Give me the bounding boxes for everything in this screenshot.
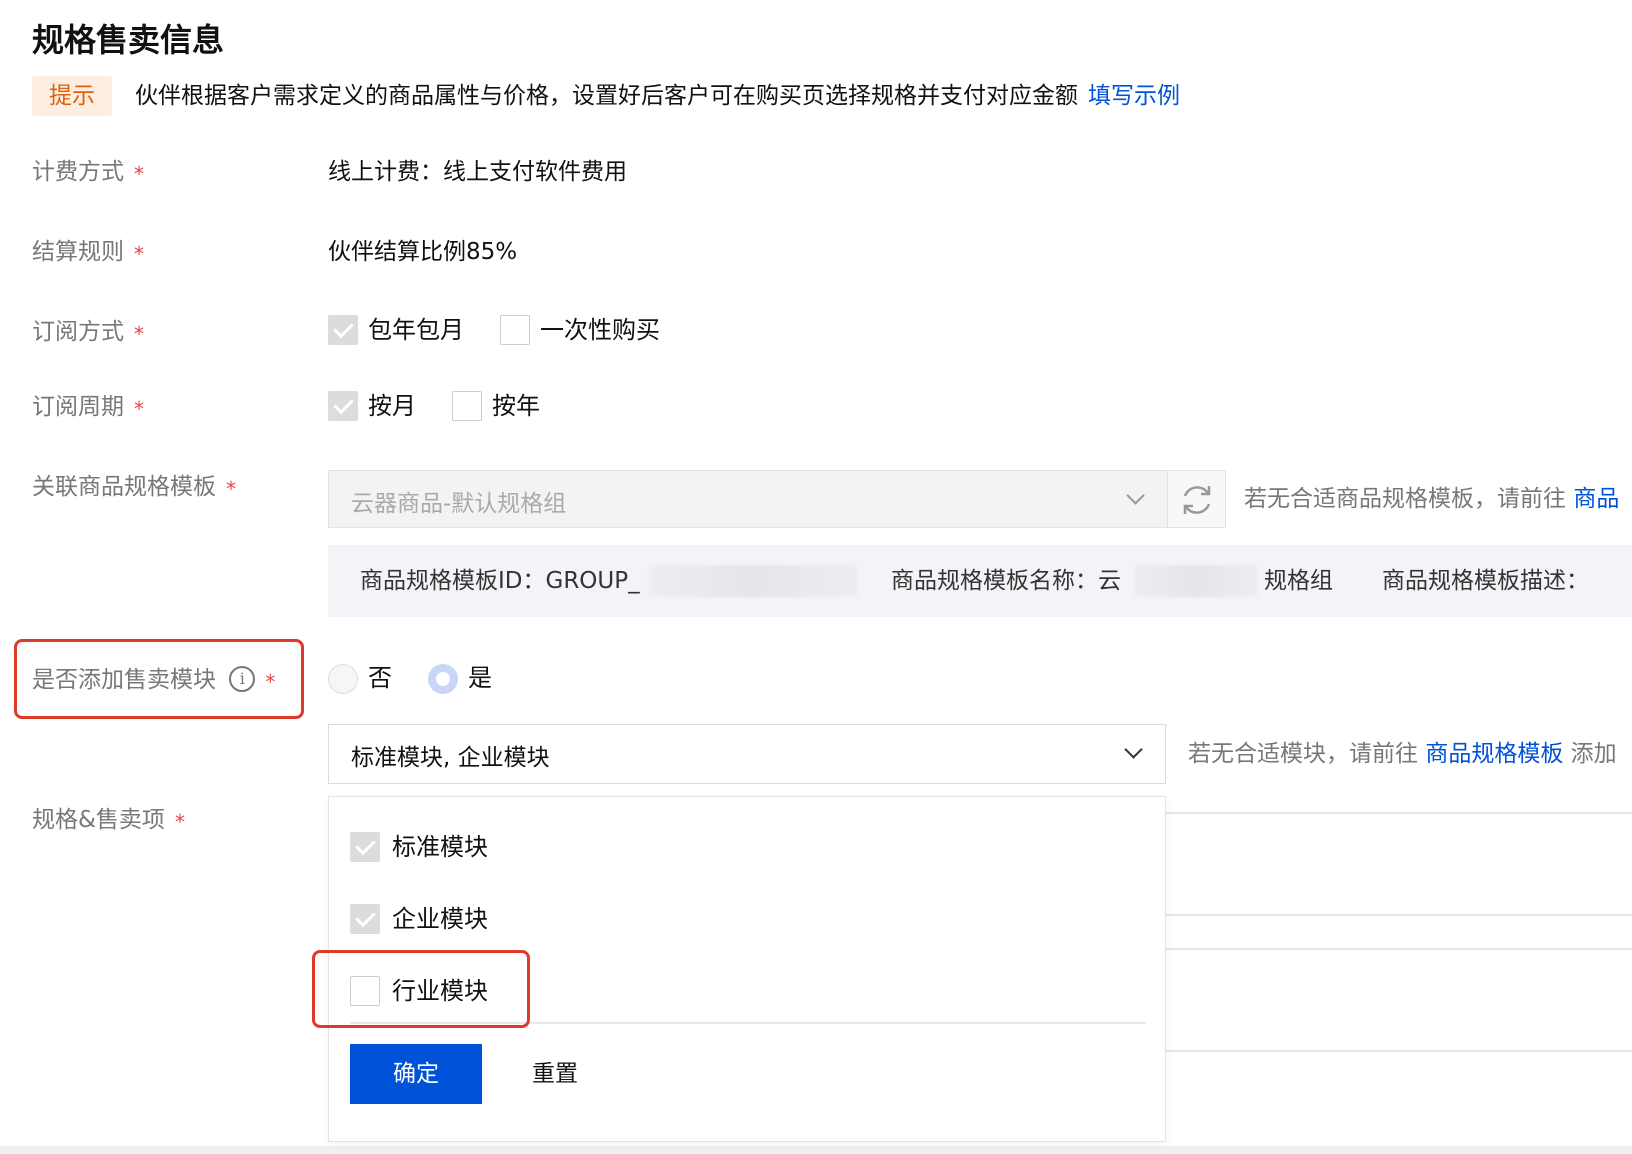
module-hint-suffix: 添加 — [1570, 741, 1617, 767]
confirm-button[interactable]: 确定 — [350, 1044, 482, 1104]
checkbox-annual-monthly-label[interactable]: 包年包月 — [368, 314, 464, 346]
template-name-label: 商品规格模板名称：云 — [891, 568, 1121, 594]
module-hint-text: 若无合适模块，请前往 — [1188, 741, 1418, 767]
template-info-panel: 商品规格模板ID：GROUP_ 商品规格模板名称：云 规格组 商品规格模板描述： — [328, 545, 1632, 617]
template-hint-link[interactable]: 商品 — [1573, 486, 1619, 512]
required-mark: * — [226, 477, 236, 501]
refresh-button[interactable] — [1168, 470, 1226, 528]
subscription-period-label-row: 订阅周期 * — [32, 391, 144, 423]
radio-yes-label[interactable]: 是 — [468, 662, 492, 694]
dropdown-option-enterprise[interactable]: 企业模块 — [392, 903, 488, 935]
template-label: 关联商品规格模板 — [32, 474, 216, 500]
bottom-bar — [0, 1146, 1632, 1154]
table-divider — [1166, 948, 1632, 950]
subscription-mode-label-row: 订阅方式 * — [32, 316, 144, 348]
required-mark: * — [134, 242, 144, 266]
template-select-value: 云器商品-默认规格组 — [351, 491, 567, 517]
add-module-label-row: 是否添加售卖模块 i * — [32, 664, 275, 696]
billing-value: 线上计费：线上支付软件费用 — [328, 159, 627, 185]
tip-badge: 提示 — [32, 76, 112, 116]
refresh-icon — [1183, 486, 1211, 514]
tip-text: 伙伴根据客户需求定义的商品属性与价格，设置好后客户可在购买页选择规格并支付对应金… — [135, 83, 1078, 109]
template-name-suffix: 规格组 — [1264, 568, 1333, 594]
table-divider — [1166, 1050, 1632, 1052]
industry-module-highlight-box — [312, 950, 530, 1028]
section-title: 规格售卖信息 — [32, 21, 225, 59]
checkbox-one-time-purchase[interactable] — [500, 315, 530, 345]
module-select-value: 标准模块, 企业模块 — [351, 745, 550, 771]
required-mark: * — [265, 670, 276, 694]
radio-no-label[interactable]: 否 — [368, 662, 392, 694]
checkbox-yearly-label[interactable]: 按年 — [492, 390, 540, 422]
settlement-value: 伙伴结算比例85% — [328, 239, 518, 265]
spec-items-label: 规格&售卖项 — [32, 807, 165, 833]
table-divider — [1166, 914, 1632, 916]
template-hint-text: 若无合适商品规格模板，请前往 — [1244, 486, 1566, 512]
dropdown-checkbox-standard[interactable] — [350, 832, 380, 862]
checkbox-yearly[interactable] — [452, 391, 482, 421]
dropdown-option-standard[interactable]: 标准模块 — [392, 831, 488, 863]
redacted-template-name — [1134, 565, 1258, 597]
spec-items-label-row: 规格&售卖项 * — [32, 804, 185, 836]
subscription-period-label: 订阅周期 — [32, 394, 124, 420]
settlement-label: 结算规则 — [32, 239, 124, 265]
required-mark: * — [134, 162, 144, 186]
settlement-label-row: 结算规则 * — [32, 236, 144, 268]
table-divider — [1166, 812, 1632, 814]
template-id-label: 商品规格模板ID：GROUP_ — [360, 568, 640, 594]
redacted-template-id — [648, 565, 858, 597]
checkbox-monthly-label[interactable]: 按月 — [368, 390, 416, 422]
module-hint-link[interactable]: 商品规格模板 — [1425, 741, 1563, 767]
tip-text-row: 伙伴根据客户需求定义的商品属性与价格，设置好后客户可在购买页选择规格并支付对应金… — [135, 76, 1180, 116]
billing-label: 计费方式 — [32, 159, 124, 185]
add-module-label: 是否添加售卖模块 — [32, 667, 216, 693]
chevron-down-icon — [1126, 486, 1145, 505]
reset-button[interactable]: 重置 — [532, 1058, 578, 1090]
required-mark: * — [134, 397, 144, 421]
template-hint: 若无合适商品规格模板，请前往 商品 — [1244, 483, 1619, 515]
subscription-mode-label: 订阅方式 — [32, 319, 124, 345]
module-multi-select[interactable]: 标准模块, 企业模块 — [328, 724, 1166, 784]
billing-label-row: 计费方式 * — [32, 156, 144, 188]
fill-example-link[interactable]: 填写示例 — [1088, 83, 1180, 109]
required-mark: * — [174, 810, 185, 834]
checkbox-one-time-purchase-label[interactable]: 一次性购买 — [540, 314, 660, 346]
radio-yes[interactable] — [428, 664, 458, 694]
template-select[interactable]: 云器商品-默认规格组 — [328, 470, 1168, 528]
radio-no[interactable] — [328, 664, 358, 694]
template-label-row: 关联商品规格模板 * — [32, 471, 236, 503]
template-desc-label: 商品规格模板描述： — [1382, 568, 1589, 594]
dropdown-checkbox-enterprise[interactable] — [350, 904, 380, 934]
checkbox-annual-monthly[interactable] — [328, 315, 358, 345]
required-mark: * — [134, 322, 144, 346]
checkbox-monthly[interactable] — [328, 391, 358, 421]
info-icon[interactable]: i — [229, 665, 256, 692]
module-hint: 若无合适模块，请前往 商品规格模板 添加 — [1188, 738, 1617, 770]
chevron-down-icon — [1124, 740, 1143, 759]
